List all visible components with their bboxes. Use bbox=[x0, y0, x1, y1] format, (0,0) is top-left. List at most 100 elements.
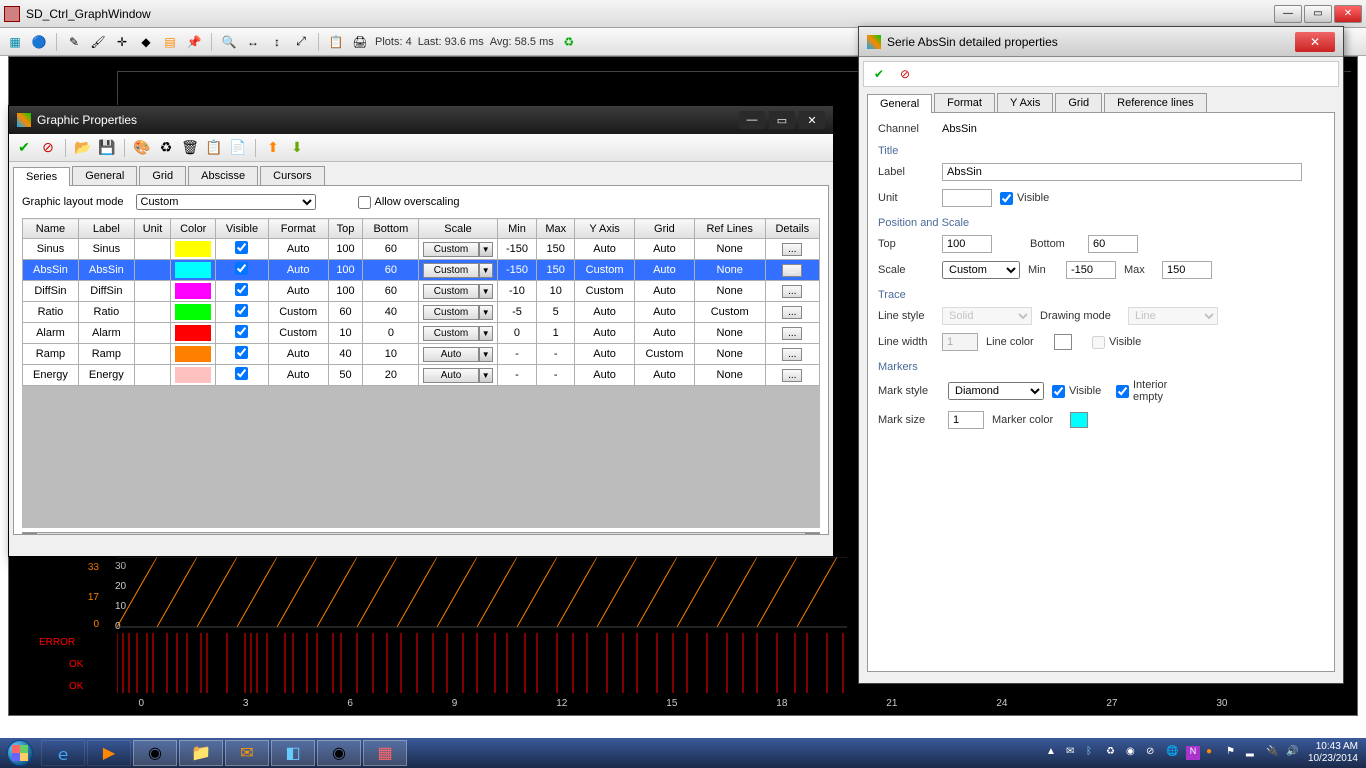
cell-details[interactable]: ... bbox=[765, 323, 819, 344]
cell-bottom[interactable]: 0 bbox=[363, 323, 419, 344]
cell-name[interactable]: AbsSin bbox=[23, 260, 79, 281]
cell-label[interactable]: Ramp bbox=[78, 344, 134, 365]
cell-grid[interactable]: Auto bbox=[635, 302, 695, 323]
cell-visible[interactable] bbox=[216, 365, 269, 386]
sp-cancel-icon[interactable]: ⊘ bbox=[896, 65, 914, 83]
pin-icon[interactable]: 📌 bbox=[185, 33, 203, 51]
cell-min[interactable]: - bbox=[497, 365, 537, 386]
col-unit[interactable]: Unit bbox=[134, 219, 170, 239]
apply-icon[interactable]: ✔ bbox=[15, 139, 33, 157]
cell-unit[interactable] bbox=[134, 260, 170, 281]
cell-min[interactable]: -5 bbox=[497, 302, 537, 323]
cell-ref[interactable]: None bbox=[694, 260, 765, 281]
cell-format[interactable]: Auto bbox=[268, 239, 328, 260]
cell-label[interactable]: Sinus bbox=[78, 239, 134, 260]
down-icon[interactable]: ⬇ bbox=[288, 139, 306, 157]
dlg-close-button[interactable]: ✕ bbox=[799, 111, 825, 129]
tab-series[interactable]: Series bbox=[13, 167, 70, 186]
visible-checkbox[interactable] bbox=[1000, 192, 1013, 205]
cell-min[interactable]: -10 bbox=[497, 281, 537, 302]
cell-yaxis[interactable]: Custom bbox=[575, 281, 635, 302]
mark-size-input[interactable] bbox=[948, 411, 984, 429]
label-input[interactable] bbox=[942, 163, 1302, 181]
col-name[interactable]: Name bbox=[23, 219, 79, 239]
cell-yaxis[interactable]: Auto bbox=[575, 365, 635, 386]
copy2-icon[interactable]: 📋 bbox=[205, 139, 223, 157]
sp-tab-grid[interactable]: Grid bbox=[1055, 93, 1102, 112]
cell-scale[interactable]: Custom▼ bbox=[419, 323, 497, 344]
tray-volume-icon[interactable]: 🔊 bbox=[1286, 746, 1300, 760]
tray-network-icon[interactable]: ▂ bbox=[1246, 746, 1260, 760]
col-ref-lines[interactable]: Ref Lines bbox=[694, 219, 765, 239]
cancel-icon[interactable]: ⊘ bbox=[39, 139, 57, 157]
cell-format[interactable]: Custom bbox=[268, 302, 328, 323]
cell-color[interactable] bbox=[171, 260, 216, 281]
cell-unit[interactable] bbox=[134, 365, 170, 386]
visible-checkbox[interactable] bbox=[235, 241, 248, 254]
col-scale[interactable]: Scale bbox=[419, 219, 497, 239]
cell-yaxis[interactable]: Auto bbox=[575, 344, 635, 365]
cell-name[interactable]: Alarm bbox=[23, 323, 79, 344]
open-icon[interactable]: 📂 bbox=[74, 139, 92, 157]
cell-format[interactable]: Auto bbox=[268, 260, 328, 281]
cell-format[interactable]: Custom bbox=[268, 323, 328, 344]
visible-checkbox[interactable] bbox=[235, 304, 248, 317]
sp-tab-general[interactable]: General bbox=[867, 94, 932, 113]
main-titlebar[interactable]: SD_Ctrl_GraphWindow — ▭ ✕ bbox=[0, 0, 1366, 28]
tray-shield-icon[interactable]: ⊘ bbox=[1146, 746, 1160, 760]
cell-yaxis[interactable]: Custom bbox=[575, 260, 635, 281]
cell-min[interactable]: - bbox=[497, 344, 537, 365]
zoom-y-icon[interactable]: ↕ bbox=[268, 33, 286, 51]
cell-yaxis[interactable]: Auto bbox=[575, 323, 635, 344]
print-icon[interactable]: 🖨 bbox=[351, 33, 369, 51]
tray-up-icon[interactable]: ▲ bbox=[1046, 746, 1060, 760]
mark-style-select[interactable]: Diamond bbox=[948, 382, 1044, 400]
cell-scale[interactable]: Custom▼ bbox=[419, 239, 497, 260]
cell-top[interactable]: 60 bbox=[328, 302, 363, 323]
col-top[interactable]: Top bbox=[328, 219, 363, 239]
colors-icon[interactable]: 🔵 bbox=[30, 33, 48, 51]
cell-grid[interactable]: Auto bbox=[635, 260, 695, 281]
cell-yaxis[interactable]: Auto bbox=[575, 302, 635, 323]
cell-visible[interactable] bbox=[216, 302, 269, 323]
details-button[interactable]: ... bbox=[782, 327, 802, 340]
cell-scale[interactable]: Custom▼ bbox=[419, 260, 497, 281]
sp-tab-yaxis[interactable]: Y Axis bbox=[997, 93, 1053, 112]
cell-label[interactable]: AbsSin bbox=[78, 260, 134, 281]
taskbar-chrome[interactable]: ◉ bbox=[133, 740, 177, 766]
col-visible[interactable]: Visible bbox=[216, 219, 269, 239]
mark-visible-checkbox[interactable] bbox=[1052, 385, 1065, 398]
tab-abscisse[interactable]: Abscisse bbox=[188, 166, 258, 185]
clock[interactable]: 10:43 AM 10/23/2014 bbox=[1308, 741, 1358, 765]
tray-mail-icon[interactable]: ✉ bbox=[1066, 746, 1080, 760]
allow-overscaling[interactable]: Allow overscaling bbox=[358, 196, 460, 209]
min-input[interactable] bbox=[1066, 261, 1116, 279]
table-row[interactable]: AbsSinAbsSinAuto10060Custom▼-150150Custo… bbox=[23, 260, 820, 281]
cell-scale[interactable]: Custom▼ bbox=[419, 302, 497, 323]
cell-format[interactable]: Auto bbox=[268, 281, 328, 302]
system-tray[interactable]: ▲ ✉ ᛒ ♻ ◉ ⊘ 🌐 N ● ⚑ ▂ 🔌 🔊 10:43 AM 10/23… bbox=[1038, 741, 1366, 765]
cell-color[interactable] bbox=[171, 365, 216, 386]
save-icon[interactable]: 💾 bbox=[98, 139, 116, 157]
table-row[interactable]: RampRampAuto4010Auto▼--AutoCustomNone... bbox=[23, 344, 820, 365]
visible-checkbox[interactable] bbox=[235, 262, 248, 275]
marker-color-picker[interactable] bbox=[1070, 412, 1088, 428]
scroll-left-icon[interactable]: ◀ bbox=[23, 533, 37, 535]
tab-cursors[interactable]: Cursors bbox=[260, 166, 325, 185]
cell-details[interactable]: ... bbox=[765, 302, 819, 323]
cell-ref[interactable]: None bbox=[694, 365, 765, 386]
details-button[interactable]: ... bbox=[782, 369, 802, 382]
paste-icon[interactable]: 📄 bbox=[229, 139, 247, 157]
taskbar[interactable]: ｅ ▶ ◉ 📁 ✉ ◧ ◉ ▦ ▲ ✉ ᛒ ♻ ◉ ⊘ 🌐 N ● ⚑ ▂ 🔌 … bbox=[0, 738, 1366, 768]
cell-scale[interactable]: Auto▼ bbox=[419, 365, 497, 386]
col-max[interactable]: Max bbox=[537, 219, 575, 239]
chart-wizard-icon[interactable]: ▦ bbox=[6, 33, 24, 51]
refresh-icon[interactable]: ♻ bbox=[560, 33, 578, 51]
details-button[interactable]: ... bbox=[782, 264, 802, 277]
series-grid[interactable]: NameLabelUnitColorVisibleFormatTopBottom… bbox=[22, 218, 820, 386]
cell-visible[interactable] bbox=[216, 260, 269, 281]
taskbar-ie[interactable]: ｅ bbox=[41, 740, 85, 766]
table-row[interactable]: EnergyEnergyAuto5020Auto▼--AutoAutoNone.… bbox=[23, 365, 820, 386]
cell-unit[interactable] bbox=[134, 281, 170, 302]
horizontal-scrollbar[interactable]: ◀ ▶ bbox=[22, 532, 820, 535]
